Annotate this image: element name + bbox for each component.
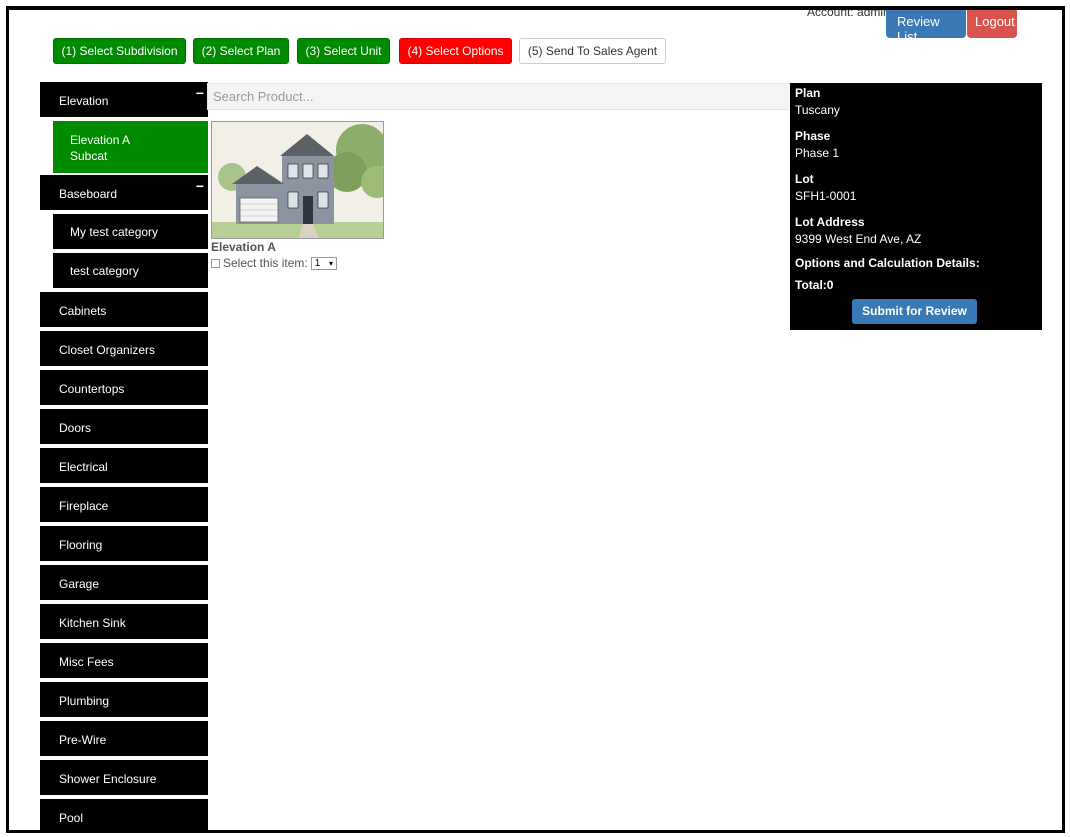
category-item[interactable]: Pool: [40, 799, 208, 830]
step-select-unit[interactable]: (3) Select Unit: [297, 38, 390, 64]
category-item[interactable]: Misc Fees: [40, 643, 208, 678]
product-name: Elevation A: [211, 240, 276, 254]
category-item[interactable]: Doors: [40, 409, 208, 444]
category-item[interactable]: Fireplace: [40, 487, 208, 522]
house-illustration: [212, 122, 383, 238]
logout-button[interactable]: Logout: [967, 10, 1017, 38]
options-details-label: Options and Calculation Details:: [795, 256, 980, 270]
category-label: Pre-Wire: [59, 733, 107, 747]
category-label: Misc Fees: [59, 655, 114, 669]
category-label: Cabinets: [59, 304, 107, 318]
subcategory-elevation-a-subcat[interactable]: Elevation A Subcat: [53, 121, 208, 173]
phase-value: Phase 1: [795, 146, 840, 160]
subcategory-my-test-category[interactable]: My test category: [53, 214, 208, 249]
subcategory-label: test category: [70, 264, 139, 278]
category-label: Fireplace: [59, 499, 109, 513]
category-item[interactable]: Pre-Wire: [40, 721, 208, 756]
search-input[interactable]: Search Product...: [207, 83, 791, 110]
chevron-down-icon: ▾: [329, 258, 334, 268]
subcategory-label: Elevation A Subcat: [70, 133, 130, 163]
lot-address-value: 9399 West End Ave, AZ: [795, 232, 922, 246]
category-item[interactable]: Kitchen Sink: [40, 604, 208, 639]
category-item[interactable]: Flooring: [40, 526, 208, 561]
category-item[interactable]: Plumbing: [40, 682, 208, 717]
lot-value: SFH1-0001: [795, 189, 857, 203]
step-select-options[interactable]: (4) Select Options: [399, 38, 512, 64]
plan-label: Plan: [795, 86, 821, 100]
category-item[interactable]: Shower Enclosure: [40, 760, 208, 795]
category-item[interactable]: Closet Organizers: [40, 331, 208, 366]
step-select-subdivision[interactable]: (1) Select Subdivision: [53, 38, 186, 64]
select-item-label: Select this item:: [223, 256, 308, 270]
category-label: Electrical: [59, 460, 108, 474]
product-card: Elevation A Select this item: 1 ▾: [211, 121, 386, 270]
app-frame: Account: admin Review List Logout (1) Se…: [6, 6, 1065, 833]
total-value: Total:0: [795, 278, 834, 292]
category-label: Kitchen Sink: [59, 616, 126, 630]
category-item[interactable]: Electrical: [40, 448, 208, 483]
category-label: Garage: [59, 577, 100, 591]
category-elevation[interactable]: Elevation −: [40, 82, 208, 117]
category-label: Countertops: [59, 382, 125, 396]
subcategory-test-category[interactable]: test category: [53, 253, 208, 288]
quantity-select[interactable]: 1 ▾: [310, 256, 338, 270]
category-label: Shower Enclosure: [59, 772, 157, 786]
lot-address-label: Lot Address: [795, 215, 865, 229]
collapse-icon[interactable]: −: [196, 178, 204, 194]
quantity-value: 1: [314, 257, 321, 269]
category-label: Closet Organizers: [59, 343, 156, 357]
submit-for-review-button[interactable]: Submit for Review: [852, 299, 977, 324]
category-item[interactable]: Countertops: [40, 370, 208, 405]
category-label: Flooring: [59, 538, 103, 552]
product-select-row: Select this item: 1 ▾: [211, 256, 386, 270]
step-send-to-sales-agent[interactable]: (5) Send To Sales Agent: [519, 38, 666, 64]
category-label: Pool: [59, 811, 84, 825]
phase-label: Phase: [795, 129, 831, 143]
category-baseboard[interactable]: Baseboard −: [40, 175, 208, 210]
step-select-plan[interactable]: (2) Select Plan: [193, 38, 289, 64]
lot-label: Lot: [795, 172, 814, 186]
account-label: Account: admin: [807, 6, 890, 19]
category-item[interactable]: Garage: [40, 565, 208, 600]
order-summary-panel: Plan Tuscany Phase Phase 1 Lot SFH1-0001…: [790, 83, 1042, 330]
category-item[interactable]: Cabinets: [40, 292, 208, 327]
collapse-icon[interactable]: −: [196, 85, 204, 101]
review-list-button[interactable]: Review List: [886, 10, 966, 44]
select-item-checkbox[interactable]: [211, 258, 220, 268]
category-label: Elevation: [59, 94, 109, 108]
category-label: Doors: [59, 421, 92, 435]
category-label: Plumbing: [59, 694, 110, 708]
subcategory-label: My test category: [70, 225, 159, 239]
plan-value: Tuscany: [795, 103, 840, 117]
product-image[interactable]: [211, 121, 384, 239]
category-label: Baseboard: [59, 187, 118, 201]
